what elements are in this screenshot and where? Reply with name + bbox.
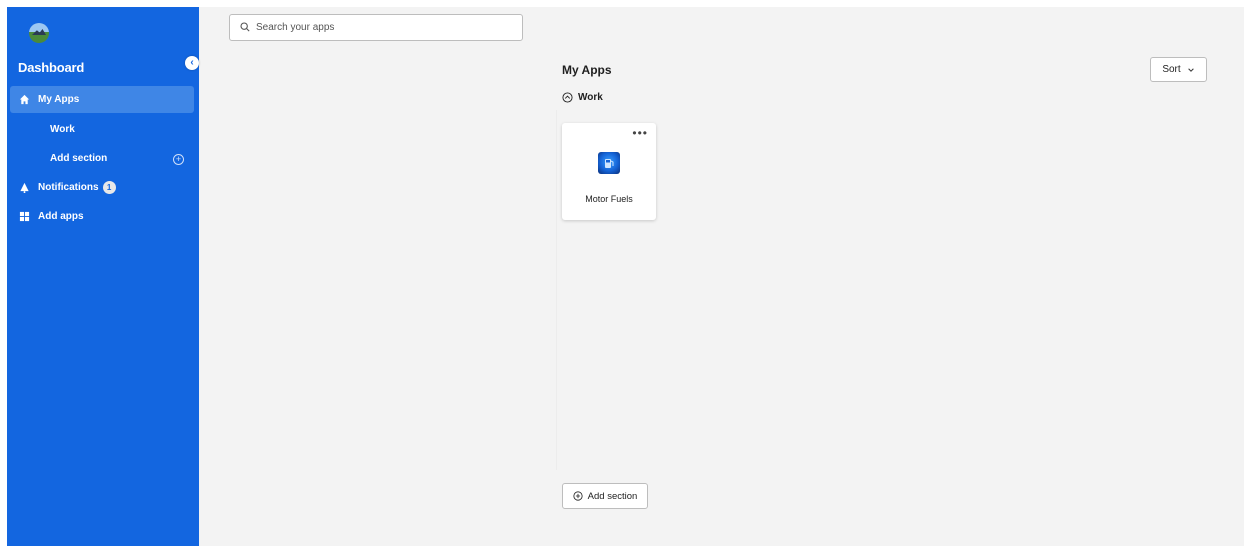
sort-label: Sort [1162, 64, 1181, 75]
collapse-sidebar-button[interactable]: ‹ [185, 56, 199, 70]
add-section-button[interactable]: Add section [562, 483, 648, 509]
section-header-work[interactable]: Work [562, 92, 603, 103]
collapse-circle-icon[interactable] [562, 92, 573, 103]
app-name: Motor Fuels [585, 194, 633, 204]
sort-button[interactable]: Sort [1150, 57, 1207, 82]
app-card-motor-fuels[interactable]: ••• Motor Fuels [562, 123, 656, 220]
bell-icon [17, 181, 31, 195]
fuel-pump-icon [598, 152, 620, 174]
sidebar-item-label: Add apps [38, 211, 84, 222]
plus-circle-icon[interactable]: + [173, 154, 184, 165]
home-icon [17, 93, 31, 107]
plus-circle-icon [573, 491, 583, 501]
sidebar-item-add-section[interactable]: Add section [50, 153, 107, 164]
sidebar-item-label: My Apps [38, 94, 80, 105]
add-section-label: Add section [587, 490, 638, 502]
grid-icon [17, 210, 31, 224]
more-options-icon[interactable]: ••• [632, 127, 648, 139]
app-logo[interactable] [29, 23, 49, 43]
section-label: Work [578, 92, 603, 103]
search-box[interactable] [229, 14, 523, 41]
sidebar-item-label: Notifications [38, 182, 99, 193]
sidebar-item-my-apps[interactable]: My Apps [10, 86, 194, 113]
dashboard-title: Dashboard [18, 60, 85, 75]
sidebar: Dashboard My Apps Work Add section + Not… [7, 7, 199, 546]
sidebar-item-work[interactable]: Work [50, 124, 75, 135]
search-input[interactable] [256, 22, 522, 33]
sidebar-item-add-apps[interactable]: Add apps [10, 203, 194, 230]
chevron-down-icon [1187, 67, 1194, 72]
search-icon [240, 19, 250, 37]
divider [556, 110, 557, 470]
sidebar-item-notifications[interactable]: Notifications 1 [10, 174, 194, 201]
page-title: My Apps [562, 63, 612, 77]
notification-badge: 1 [102, 181, 116, 194]
